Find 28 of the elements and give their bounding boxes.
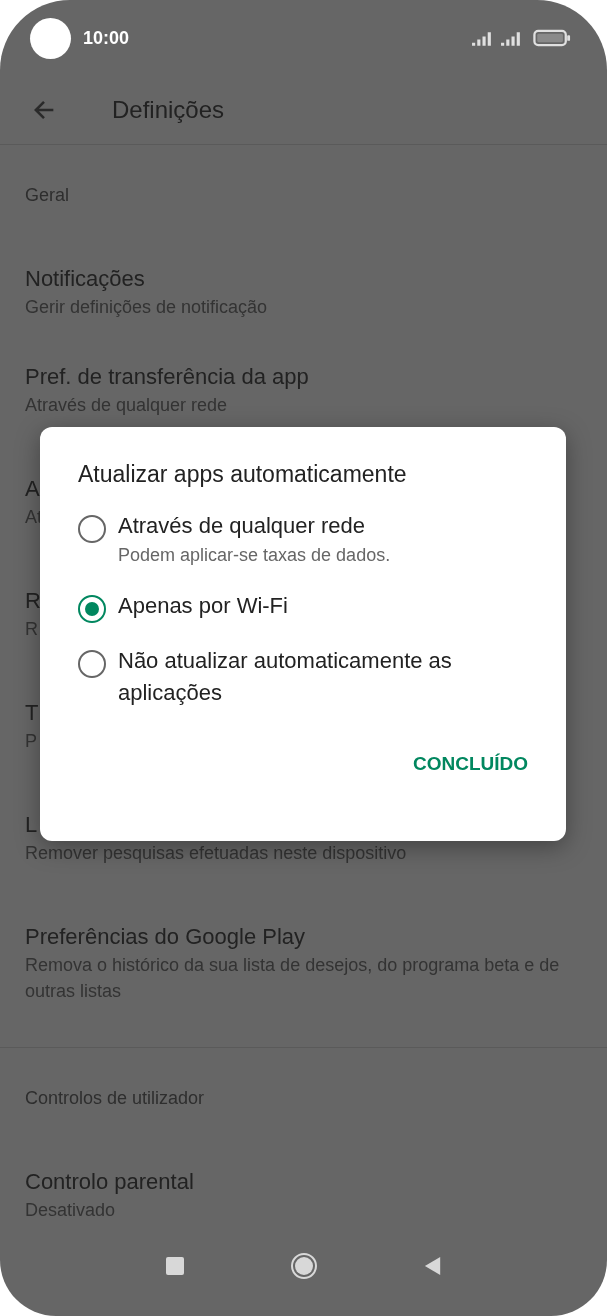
status-time: 10:00	[83, 27, 130, 49]
page-title: Definições	[112, 96, 225, 124]
setting-title[interactable]: R	[25, 586, 41, 616]
radio-button[interactable]	[78, 650, 106, 678]
option-description: Podem aplicar-se taxas de dados.	[118, 544, 391, 567]
signal-icon	[471, 29, 494, 47]
recents-icon[interactable]	[165, 1257, 184, 1275]
signal-icon	[500, 29, 523, 47]
option-label[interactable]: Não atualizar automaticamente as aplicações	[118, 645, 488, 709]
back-icon[interactable]	[423, 1256, 442, 1276]
setting-title[interactable]: Controlo parental	[25, 1167, 194, 1197]
section-header: Geral	[24, 184, 70, 207]
radio-button[interactable]	[78, 595, 106, 623]
option-label[interactable]: Apenas por Wi-Fi	[118, 590, 288, 622]
setting-title[interactable]: Preferências do Google Play	[25, 922, 306, 952]
setting-title[interactable]: T	[25, 698, 39, 728]
setting-title[interactable]: A	[25, 474, 40, 504]
setting-title[interactable]: Notificações	[25, 264, 145, 294]
camera-cutout	[30, 17, 71, 59]
dialog-title: Atualizar apps automaticamente	[78, 461, 408, 488]
done-button[interactable]: CONCLUÍDO	[412, 745, 528, 783]
home-icon[interactable]	[289, 1252, 318, 1280]
battery-icon	[533, 29, 571, 47]
section-header: Controlos de utilizador	[24, 1087, 206, 1110]
option-label[interactable]: Através de qualquer rede	[118, 510, 391, 542]
radio-button[interactable]	[78, 515, 106, 543]
setting-title[interactable]: L	[25, 810, 38, 840]
setting-title[interactable]: Pref. de transferência da app	[25, 362, 309, 392]
